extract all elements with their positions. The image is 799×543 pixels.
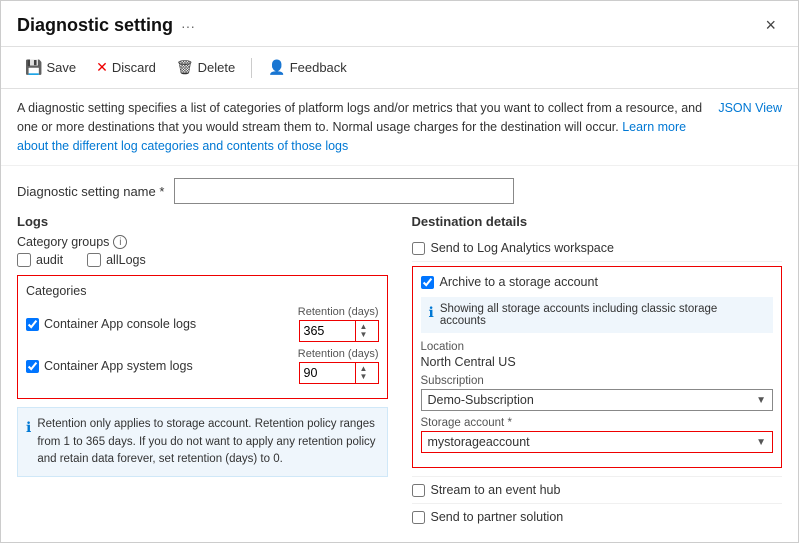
category-row-1: Container App console logs Retention (da… <box>26 306 379 342</box>
category-checkbox-1[interactable] <box>26 318 39 331</box>
save-label: Save <box>46 60 76 75</box>
alllogs-checkbox[interactable] <box>87 253 101 267</box>
delete-icon: 🗑 <box>176 59 194 76</box>
retention-group-2: Retention (days) ▲ ▼ <box>298 348 379 384</box>
delete-label: Delete <box>198 60 236 75</box>
subscription-dropdown-arrow: ▼ <box>756 395 766 406</box>
category-left-2: Container App system logs <box>26 359 193 373</box>
archive-checkbox[interactable] <box>421 276 434 289</box>
archive-label: Archive to a storage account <box>440 275 598 289</box>
description-bar: A diagnostic setting specifies a list of… <box>1 89 798 166</box>
retention-info-text: Retention only applies to storage accoun… <box>37 416 378 468</box>
delete-button[interactable]: 🗑 Delete <box>168 55 243 80</box>
storage-account-dropdown[interactable]: mystorageaccount ▼ <box>421 431 774 453</box>
subscription-label: Subscription <box>421 375 774 387</box>
diag-name-label: Diagnostic setting name * <box>17 184 164 199</box>
description-normal: Normal usage charges for the destination… <box>332 120 622 134</box>
subscription-field: Subscription Demo-Subscription ▼ <box>421 375 774 411</box>
discard-button[interactable]: ✕ Discard <box>88 55 164 80</box>
json-view-link[interactable]: JSON View <box>718 99 782 118</box>
main-columns: Logs Category groups i audit <box>17 214 782 530</box>
audit-label: audit <box>36 253 63 267</box>
categories-title: Categories <box>26 284 379 298</box>
category-groups-label: Category groups i <box>17 235 388 249</box>
category-groups: Category groups i audit allLogs <box>17 235 388 267</box>
close-button[interactable]: × <box>759 13 782 38</box>
storage-account-label: Storage account * <box>421 417 774 429</box>
retention-arrow-1[interactable]: ▲ ▼ <box>355 321 372 341</box>
diag-name-input[interactable] <box>174 178 514 204</box>
form-area: Diagnostic setting name * Logs Category … <box>1 166 798 542</box>
diagnostic-setting-dialog: Diagnostic setting ··· × 💾 Save ✕ Discar… <box>0 0 799 543</box>
category-groups-info-icon: i <box>113 235 127 249</box>
title-ellipsis: ··· <box>181 18 195 34</box>
category-groups-checkboxes: audit allLogs <box>17 253 388 267</box>
retention-info-icon: ℹ <box>26 417 31 468</box>
location-value: North Central US <box>421 355 774 369</box>
retention-label-1: Retention (days) <box>298 306 379 318</box>
archive-box: Archive to a storage account ℹ Showing a… <box>412 266 783 468</box>
archive-header: Archive to a storage account <box>421 275 774 289</box>
partner-checkbox[interactable] <box>412 511 425 524</box>
feedback-label: Feedback <box>290 60 347 75</box>
toolbar: 💾 Save ✕ Discard 🗑 Delete 👤 Feedback <box>1 47 798 89</box>
storage-account-value: mystorageaccount <box>428 435 530 449</box>
category-label-1: Container App console logs <box>44 317 196 331</box>
storage-account-field: Storage account * mystorageaccount ▼ <box>421 417 774 453</box>
retention-arrow-2[interactable]: ▲ ▼ <box>355 363 372 383</box>
feedback-button[interactable]: 👤 Feedback <box>260 55 355 80</box>
partner-label: Send to partner solution <box>431 510 564 524</box>
storage-account-dropdown-arrow: ▼ <box>756 437 766 448</box>
discard-icon: ✕ <box>96 59 108 76</box>
toolbar-divider <box>251 58 252 78</box>
log-analytics-label: Send to Log Analytics workspace <box>431 241 614 255</box>
alllogs-checkbox-item: allLogs <box>87 253 146 267</box>
logs-column: Logs Category groups i audit <box>17 214 388 530</box>
categories-box: Categories Container App console logs Re… <box>17 275 388 399</box>
retention-down-arrow-1: ▼ <box>360 331 368 339</box>
log-analytics-checkbox[interactable] <box>412 242 425 255</box>
destination-column: Destination details Send to Log Analytic… <box>412 214 783 530</box>
retention-group-1: Retention (days) ▲ ▼ <box>298 306 379 342</box>
retention-input-wrap-1: ▲ ▼ <box>299 320 379 342</box>
retention-input-2[interactable] <box>300 364 355 382</box>
subscription-dropdown[interactable]: Demo-Subscription ▼ <box>421 389 774 411</box>
dialog-header: Diagnostic setting ··· × <box>1 1 798 47</box>
category-groups-text: Category groups <box>17 235 109 249</box>
audit-checkbox-item: audit <box>17 253 63 267</box>
retention-input-wrap-2: ▲ ▼ <box>299 362 379 384</box>
location-label: Location <box>421 341 774 353</box>
discard-label: Discard <box>112 60 156 75</box>
dialog-title: Diagnostic setting ··· <box>17 15 195 36</box>
destination-section-title: Destination details <box>412 214 783 229</box>
logs-section-title: Logs <box>17 214 388 229</box>
feedback-icon: 👤 <box>268 59 285 76</box>
archive-info-box: ℹ Showing all storage accounts including… <box>421 297 774 333</box>
category-left-1: Container App console logs <box>26 317 196 331</box>
archive-info-icon: ℹ <box>429 304 434 327</box>
retention-info-box: ℹ Retention only applies to storage acco… <box>17 407 388 477</box>
log-analytics-item: Send to Log Analytics workspace <box>412 235 783 262</box>
title-text: Diagnostic setting <box>17 15 173 36</box>
save-button[interactable]: 💾 Save <box>17 55 84 80</box>
alllogs-label: allLogs <box>106 253 146 267</box>
category-label-2: Container App system logs <box>44 359 193 373</box>
event-hub-checkbox[interactable] <box>412 484 425 497</box>
location-field: Location North Central US <box>421 341 774 369</box>
event-hub-item: Stream to an event hub <box>412 476 783 503</box>
retention-input-1[interactable] <box>300 322 355 340</box>
retention-label-2: Retention (days) <box>298 348 379 360</box>
save-icon: 💾 <box>25 59 42 76</box>
audit-checkbox[interactable] <box>17 253 31 267</box>
retention-down-arrow-2: ▼ <box>360 373 368 381</box>
partner-item: Send to partner solution <box>412 503 783 530</box>
diag-name-row: Diagnostic setting name * <box>17 178 782 204</box>
event-hub-label: Stream to an event hub <box>431 483 561 497</box>
category-row-2: Container App system logs Retention (day… <box>26 348 379 384</box>
category-checkbox-2[interactable] <box>26 360 39 373</box>
description-text: A diagnostic setting specifies a list of… <box>17 99 702 155</box>
subscription-value: Demo-Subscription <box>428 393 534 407</box>
archive-info-text: Showing all storage accounts including c… <box>440 303 765 327</box>
